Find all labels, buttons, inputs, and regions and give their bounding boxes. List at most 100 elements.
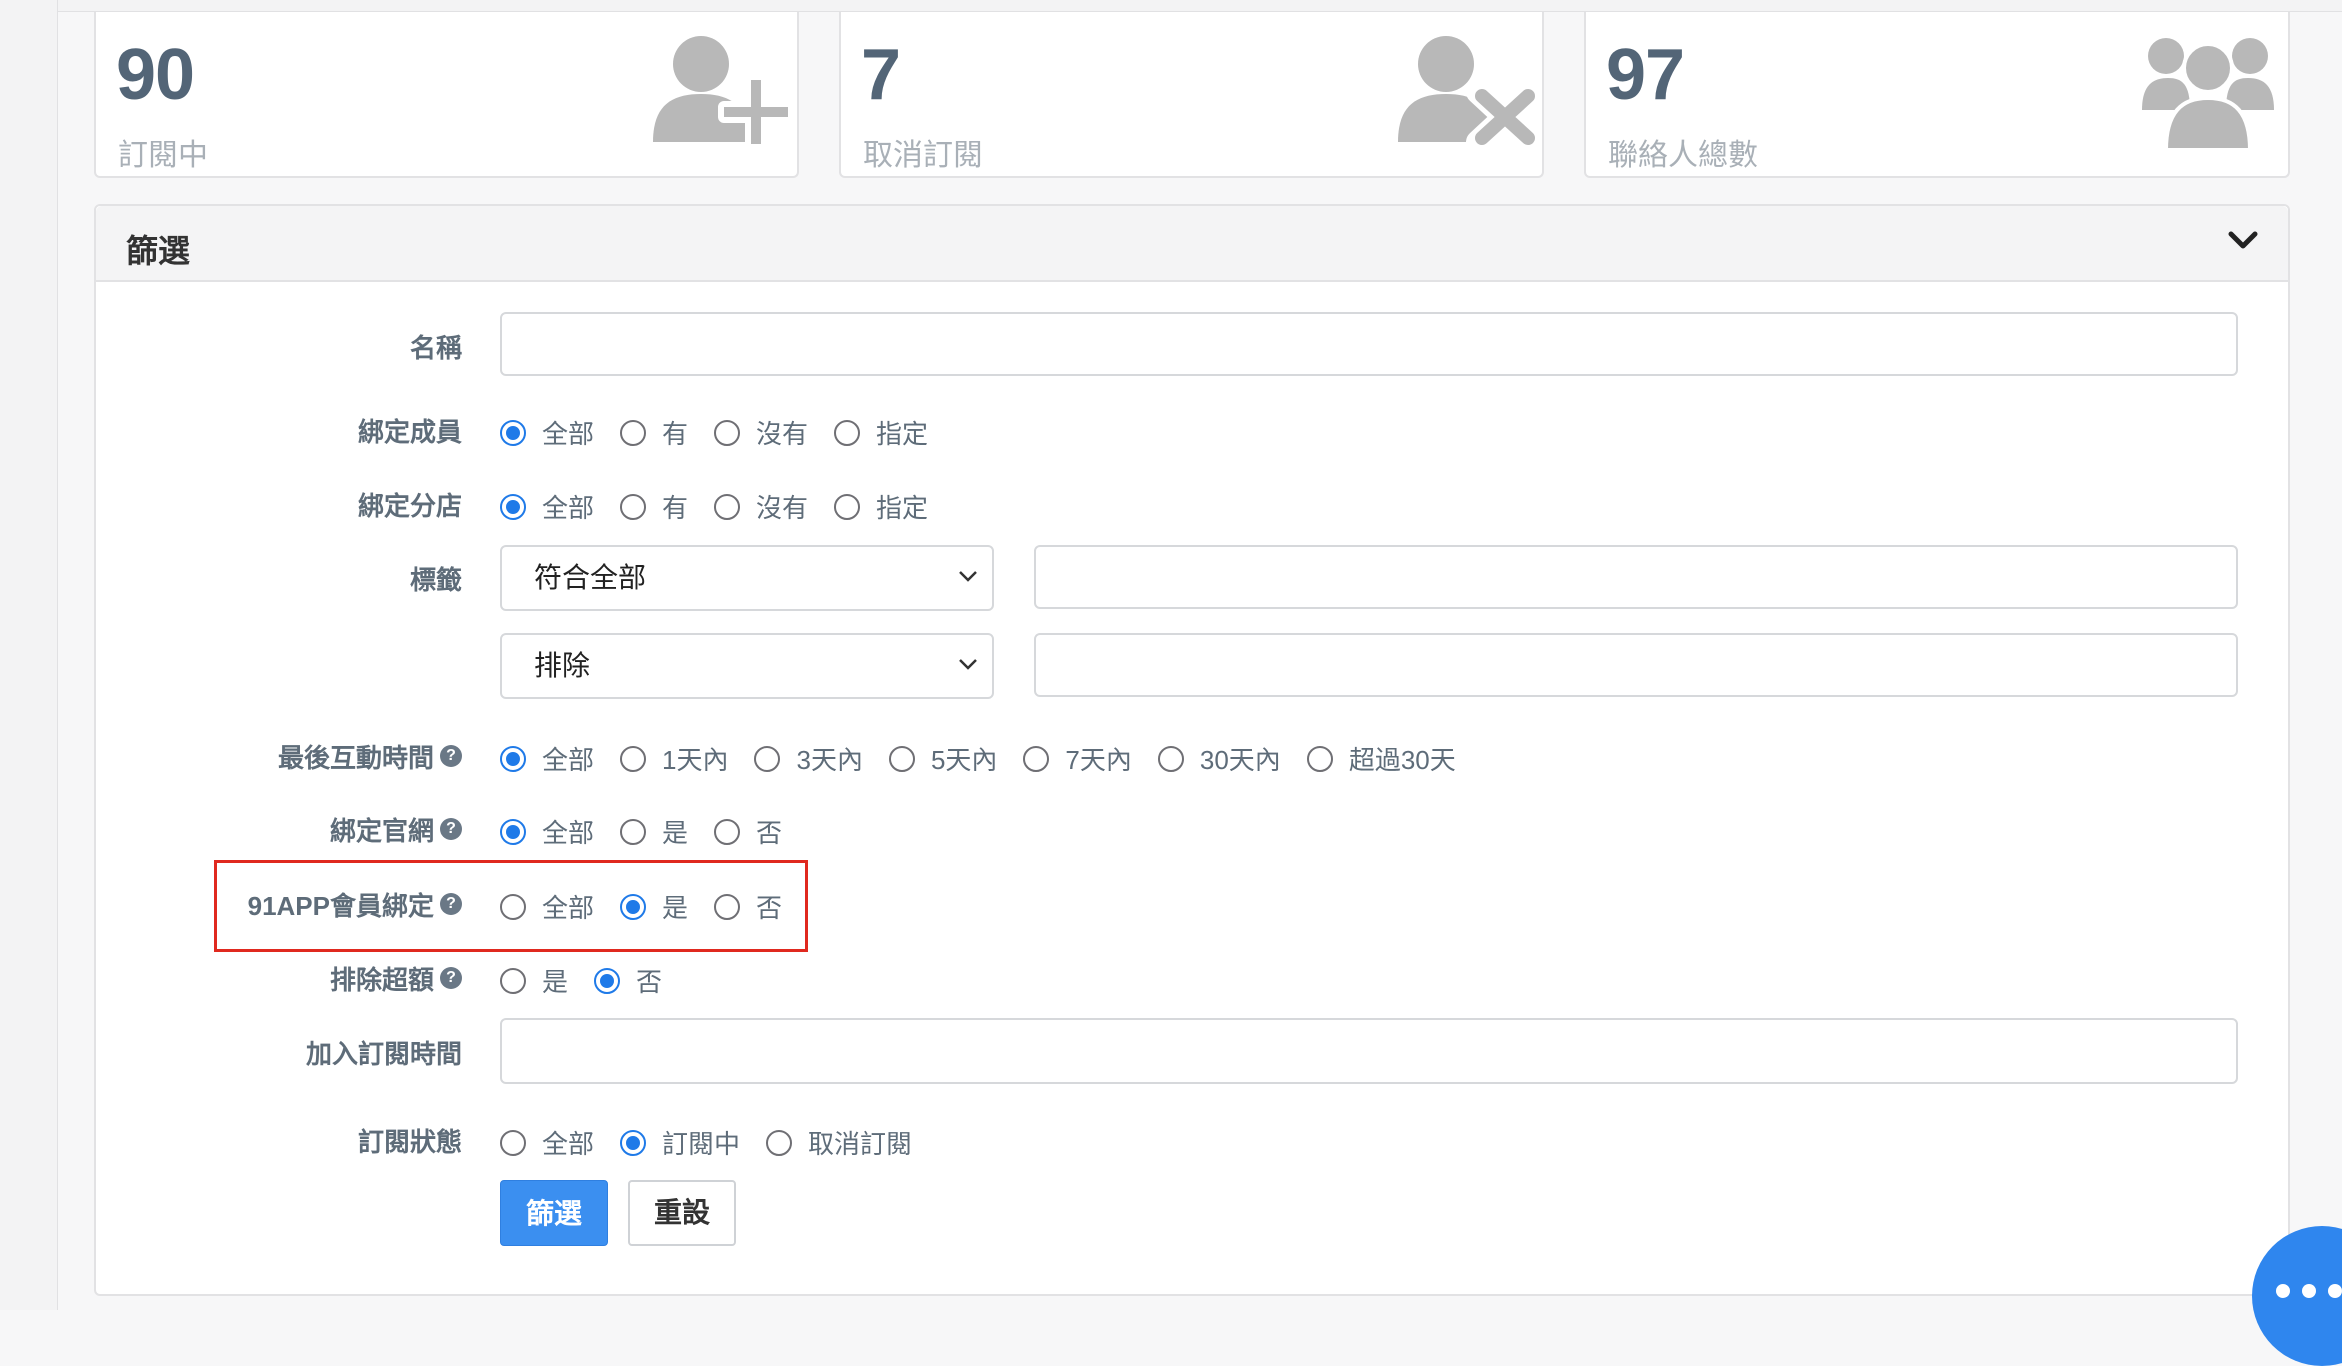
stat-card-unsubscribed: 7 取消訂閱 [839, 12, 1544, 178]
name-label: 名稱 [409, 332, 462, 363]
radio-bind-site-yes[interactable]: 是 [620, 813, 688, 850]
name-input[interactable] [500, 312, 2238, 376]
radio-last-interaction-1d[interactable]: 1天內 [620, 740, 728, 777]
radio-dot[interactable] [620, 893, 647, 920]
stat-label: 取消訂閱 [863, 139, 983, 172]
exclude-over-label: 排除超額? [162, 962, 462, 995]
chat-dot [2328, 1284, 2342, 1298]
radio-bind-member-no[interactable]: 沒有 [714, 414, 808, 451]
chat-dot [2302, 1284, 2316, 1298]
help-icon[interactable]: ? [440, 818, 462, 840]
chevron-down-icon [959, 659, 977, 670]
radio-last-interaction-over-30d[interactable]: 超過30天 [1306, 740, 1456, 777]
radio-dot[interactable] [620, 818, 647, 845]
join-time-label: 加入訂閱時間 [305, 1038, 462, 1069]
radio-dot[interactable] [714, 818, 741, 845]
filter-reset-button[interactable]: 重設 [628, 1180, 736, 1246]
radio-dot[interactable] [500, 967, 526, 994]
radio-last-interaction-30d[interactable]: 30天內 [1157, 740, 1281, 777]
radio-last-interaction-5d[interactable]: 5天內 [888, 740, 997, 777]
radio-bind-site-no[interactable]: 否 [714, 813, 782, 850]
bind-site-radio-group: 全部 是 否 [500, 813, 782, 850]
radio-sub-status-subscribed[interactable]: 訂閱中 [620, 1124, 740, 1161]
radio-dot[interactable] [594, 967, 621, 994]
sub-status-label: 訂閱狀態 [357, 1126, 462, 1157]
chat-dot [2276, 1284, 2290, 1298]
help-icon[interactable]: ? [440, 893, 462, 915]
radio-dot[interactable] [1023, 745, 1050, 772]
join-time-input[interactable] [500, 1018, 2238, 1084]
users-icon [2142, 38, 2274, 152]
bind-member-radio-group: 全部 有 沒有 指定 [500, 414, 928, 451]
bind-91app-radio-group: 全部 是 否 [500, 888, 782, 925]
radio-dot[interactable] [500, 419, 526, 446]
sub-status-radio-group: 全部 訂閱中 取消訂閱 [500, 1124, 912, 1161]
radio-dot[interactable] [500, 818, 526, 845]
radio-dot[interactable] [620, 419, 647, 446]
radio-dot[interactable] [500, 493, 526, 520]
stat-card-subscribed: 90 訂閱中 [94, 12, 799, 178]
radio-dot[interactable] [888, 745, 915, 772]
chevron-down-icon[interactable] [2228, 230, 2258, 252]
user-plus-icon [653, 36, 791, 146]
stat-value: 97 [1606, 35, 1685, 115]
radio-bind-member-yes[interactable]: 有 [620, 414, 688, 451]
last-interaction-label: 最後互動時間? [162, 740, 462, 773]
tags-exclude-select[interactable]: 排除 [500, 633, 994, 699]
radio-dot[interactable] [714, 493, 741, 520]
tags-match-select[interactable]: 符合全部 [500, 545, 994, 611]
radio-dot[interactable] [766, 1129, 793, 1156]
radio-exclude-over-no[interactable]: 否 [594, 962, 662, 999]
radio-bind-91app-no[interactable]: 否 [714, 888, 782, 925]
radio-dot[interactable] [714, 419, 741, 446]
radio-bind-91app-yes[interactable]: 是 [620, 888, 688, 925]
radio-sub-status-unsubscribed[interactable]: 取消訂閱 [766, 1124, 912, 1161]
radio-bind-store-yes[interactable]: 有 [620, 488, 688, 525]
radio-dot[interactable] [1306, 745, 1333, 772]
radio-bind-site-all[interactable]: 全部 [500, 813, 594, 850]
radio-dot[interactable] [500, 1129, 526, 1156]
bind-site-label: 綁定官網? [162, 813, 462, 846]
top-rule [58, 0, 2342, 12]
radio-dot[interactable] [500, 745, 526, 772]
radio-bind-store-all[interactable]: 全部 [500, 488, 594, 525]
radio-dot[interactable] [620, 745, 647, 772]
radio-dot[interactable] [620, 1129, 647, 1156]
exclude-over-radio-group: 是 否 [500, 962, 662, 999]
tags-exclude-input[interactable] [1034, 633, 2238, 697]
filter-submit-button[interactable]: 篩選 [500, 1180, 608, 1246]
bind-store-radio-group: 全部 有 沒有 指定 [500, 488, 928, 525]
user-remove-icon [1398, 36, 1536, 146]
radio-last-interaction-3d[interactable]: 3天內 [754, 740, 863, 777]
radio-bind-member-specific[interactable]: 指定 [834, 414, 928, 451]
radio-dot[interactable] [1157, 745, 1184, 772]
left-rail [0, 0, 58, 1310]
help-icon[interactable]: ? [440, 967, 462, 989]
radio-dot[interactable] [500, 893, 526, 920]
radio-dot[interactable] [714, 893, 741, 920]
filter-panel-header[interactable]: 篩選 [96, 206, 2288, 282]
tags-match-input[interactable] [1034, 545, 2238, 609]
stat-card-total-contacts: 97 聯絡人總數 [1584, 12, 2290, 178]
radio-dot[interactable] [834, 493, 861, 520]
radio-bind-member-all[interactable]: 全部 [500, 414, 594, 451]
stat-label: 訂閱中 [118, 139, 208, 172]
radio-bind-store-specific[interactable]: 指定 [834, 488, 928, 525]
stat-value: 90 [116, 35, 195, 115]
radio-dot[interactable] [620, 493, 647, 520]
help-icon[interactable]: ? [440, 745, 462, 767]
stat-value: 7 [861, 35, 901, 115]
radio-bind-91app-all[interactable]: 全部 [500, 888, 594, 925]
radio-last-interaction-all[interactable]: 全部 [500, 740, 594, 777]
last-interaction-radio-group: 全部 1天內 3天內 5天內 7天內 30天內 超過30天 [500, 740, 1456, 777]
radio-dot[interactable] [754, 745, 781, 772]
radio-bind-store-no[interactable]: 沒有 [714, 488, 808, 525]
radio-last-interaction-7d[interactable]: 7天內 [1023, 740, 1132, 777]
tags-label: 標籤 [409, 564, 462, 595]
bind-store-label: 綁定分店 [357, 490, 462, 521]
bind-91app-label: 91APP會員綁定? [162, 888, 462, 921]
radio-dot[interactable] [834, 419, 861, 446]
radio-exclude-over-yes[interactable]: 是 [500, 962, 568, 999]
radio-sub-status-all[interactable]: 全部 [500, 1124, 594, 1161]
filter-panel-title: 篩選 [126, 233, 191, 269]
